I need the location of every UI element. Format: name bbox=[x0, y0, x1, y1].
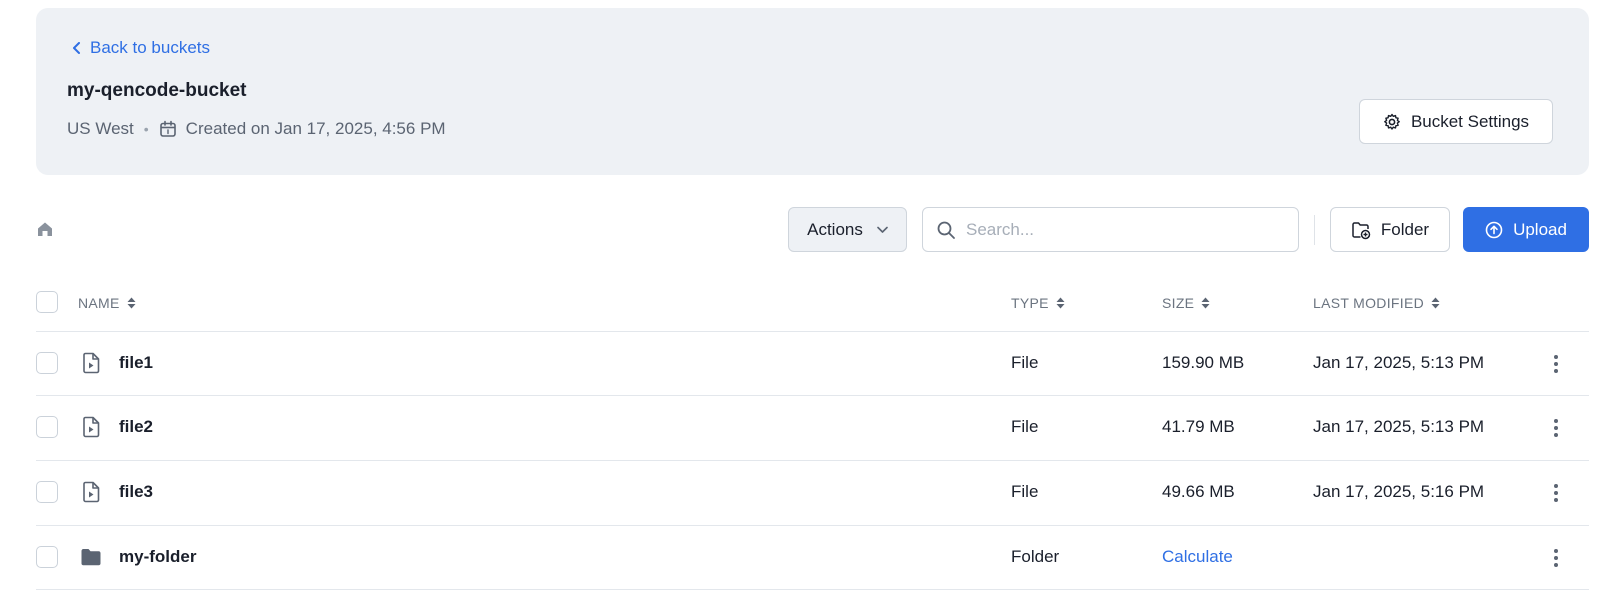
meta-separator: • bbox=[143, 121, 149, 137]
actions-label: Actions bbox=[807, 219, 863, 239]
row-type: File bbox=[1011, 353, 1039, 372]
more-options-icon[interactable] bbox=[1548, 353, 1564, 375]
toolbar-divider bbox=[1314, 215, 1315, 245]
table-row[interactable]: file3 File 49.66 MB Jan 17, 2025, 5:16 P… bbox=[0, 460, 1611, 524]
gear-icon bbox=[1384, 113, 1400, 130]
column-header-last-modified[interactable]: LAST MODIFIED bbox=[1313, 295, 1440, 311]
row-last-modified: Jan 17, 2025, 5:13 PM bbox=[1313, 353, 1485, 372]
more-options-icon[interactable] bbox=[1548, 482, 1564, 504]
row-type: Folder bbox=[1011, 547, 1060, 566]
bucket-meta: US West • Created on Jan 17, 2025, 4:56 … bbox=[67, 119, 446, 139]
row-checkbox[interactable] bbox=[36, 352, 58, 374]
chevron-down-icon bbox=[877, 226, 888, 233]
row-checkbox[interactable] bbox=[36, 546, 58, 568]
upload-button[interactable]: Upload bbox=[1463, 207, 1589, 252]
column-header-type-label: TYPE bbox=[1011, 295, 1049, 311]
bucket-region: US West bbox=[67, 119, 134, 138]
row-checkbox[interactable] bbox=[36, 416, 58, 438]
column-header-size[interactable]: SIZE bbox=[1162, 295, 1210, 311]
back-link-label: Back to buckets bbox=[90, 38, 211, 57]
table-row[interactable]: file1 File 159.90 MB Jan 17, 2025, 5:13 … bbox=[0, 331, 1611, 395]
bucket-header: Back to buckets my-qencode-bucket US Wes… bbox=[36, 8, 1589, 175]
folder-button-label: Folder bbox=[1380, 219, 1430, 239]
sort-icon bbox=[1201, 297, 1210, 309]
search-icon bbox=[937, 221, 955, 239]
upload-icon bbox=[1485, 221, 1503, 238]
row-name[interactable]: file1 bbox=[119, 353, 153, 373]
column-header-name[interactable]: NAME bbox=[78, 295, 136, 311]
sort-icon bbox=[1431, 297, 1440, 309]
row-size: 49.66 MB bbox=[1162, 482, 1235, 501]
table-row[interactable]: file2 File 41.79 MB Jan 17, 2025, 5:13 P… bbox=[0, 395, 1611, 459]
new-folder-button[interactable]: Folder bbox=[1330, 207, 1450, 252]
bucket-settings-label: Bucket Settings bbox=[1410, 111, 1530, 131]
folder-icon bbox=[81, 549, 101, 566]
row-size: 159.90 MB bbox=[1162, 353, 1245, 372]
row-last-modified: Jan 17, 2025, 5:16 PM bbox=[1313, 482, 1485, 501]
search-field[interactable] bbox=[922, 207, 1299, 252]
table-row[interactable]: my-folder Folder Calculate bbox=[0, 525, 1611, 589]
sort-icon bbox=[1056, 297, 1065, 309]
more-options-icon[interactable] bbox=[1548, 547, 1564, 569]
bucket-created-date: Created on Jan 17, 2025, 4:56 PM bbox=[185, 119, 446, 138]
row-type: File bbox=[1011, 417, 1039, 436]
column-header-name-label: NAME bbox=[78, 295, 120, 311]
actions-dropdown[interactable]: Actions bbox=[788, 207, 907, 252]
video-file-icon bbox=[83, 481, 100, 503]
video-file-icon bbox=[83, 416, 100, 438]
column-header-type[interactable]: TYPE bbox=[1011, 295, 1065, 311]
sort-icon bbox=[127, 297, 136, 309]
row-last-modified: Jan 17, 2025, 5:13 PM bbox=[1313, 417, 1485, 436]
row-type: File bbox=[1011, 482, 1039, 501]
bucket-title: my-qencode-bucket bbox=[67, 80, 247, 101]
column-header-size-label: SIZE bbox=[1162, 295, 1195, 311]
add-folder-icon bbox=[1352, 221, 1371, 239]
bucket-settings-button[interactable]: Bucket Settings bbox=[1359, 99, 1553, 144]
row-checkbox[interactable] bbox=[36, 481, 58, 503]
row-name[interactable]: file3 bbox=[119, 482, 153, 502]
select-all-checkbox[interactable] bbox=[36, 291, 58, 313]
home-icon[interactable] bbox=[36, 220, 54, 238]
calendar-icon bbox=[159, 120, 176, 137]
upload-button-label: Upload bbox=[1513, 219, 1567, 239]
chevron-left-icon bbox=[73, 42, 80, 54]
row-divider bbox=[36, 589, 1589, 590]
column-header-last-modified-label: LAST MODIFIED bbox=[1313, 295, 1424, 311]
calculate-size-link[interactable]: Calculate bbox=[1162, 547, 1233, 567]
video-file-icon bbox=[83, 352, 100, 374]
back-to-buckets-link[interactable]: Back to buckets bbox=[72, 38, 210, 58]
more-options-icon[interactable] bbox=[1548, 417, 1564, 439]
row-name[interactable]: file2 bbox=[119, 417, 153, 437]
row-name[interactable]: my-folder bbox=[119, 547, 196, 567]
search-input[interactable] bbox=[966, 219, 1286, 240]
row-size: 41.79 MB bbox=[1162, 417, 1235, 436]
